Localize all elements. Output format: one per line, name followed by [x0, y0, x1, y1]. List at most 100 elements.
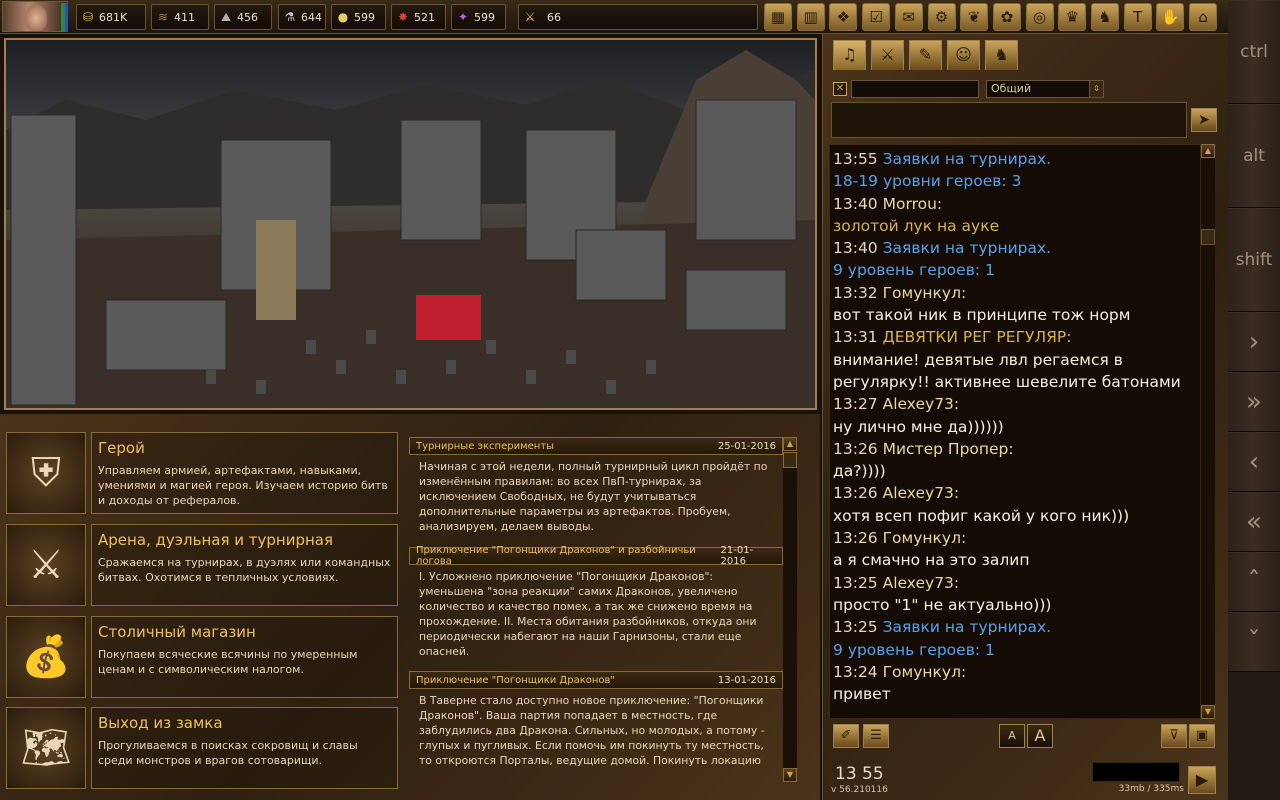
- news-scrollbar[interactable]: ▲ ▼: [783, 437, 797, 782]
- treasure-bag-icon[interactable]: 💰: [6, 616, 86, 698]
- fast-right-key[interactable]: »: [1228, 372, 1280, 432]
- chat-sender[interactable]: Мистер Пропер:: [883, 440, 1014, 458]
- news-scroll-up[interactable]: ▲: [783, 437, 797, 451]
- treasure-map-icon[interactable]: 🗺: [6, 707, 86, 789]
- channel-select[interactable]: Общий ⇕: [986, 80, 1104, 98]
- menu-card-body[interactable]: Выход из замка Прогуливаемся в поисках со…: [91, 707, 398, 789]
- horse-menu-icon[interactable]: ♞: [1091, 3, 1119, 31]
- chat-sender[interactable]: Заявки на турнирах.: [883, 150, 1052, 168]
- mercury-icon: ⚗: [284, 10, 296, 24]
- font-smaller-button[interactable]: A: [999, 724, 1025, 748]
- resource-value: 599: [474, 10, 495, 24]
- laurel-menu-icon[interactable]: ❦: [960, 3, 989, 31]
- chat-sender[interactable]: Alexey73:: [883, 395, 960, 413]
- menu-card-hero[interactable]: ⛨ Герой Управляем армией, артефактами, нав…: [6, 432, 398, 514]
- news-header[interactable]: Приключение "Погонщики Драконов" 13-01-20…: [409, 671, 783, 689]
- news-header[interactable]: Турнирные эксперименты 25-01-2016: [409, 437, 783, 455]
- menu-card-body[interactable]: Столичный магазин Покупаем всяческие всяч…: [91, 616, 398, 698]
- castle-menu-icon[interactable]: ▦: [764, 3, 792, 31]
- hand-menu-icon[interactable]: ✋: [1156, 3, 1185, 31]
- quest-menu-icon[interactable]: ❖: [829, 3, 858, 31]
- left-key[interactable]: ‹: [1228, 432, 1280, 492]
- shift-key[interactable]: shift: [1228, 208, 1280, 312]
- tab-horse[interactable]: ♞: [985, 40, 1018, 70]
- resource-value: 456: [237, 10, 258, 24]
- chat-log: 13:55 Заявки на турнирах. 18-19 уровни ге…: [829, 144, 1201, 719]
- down-key[interactable]: ˇ: [1228, 612, 1280, 672]
- chat-scroll-down[interactable]: ▼: [1201, 705, 1215, 719]
- fast-left-key[interactable]: «: [1228, 492, 1280, 552]
- menu-card-shop[interactable]: 💰 Столичный магазин Покупаем всяческие вся…: [6, 616, 398, 698]
- news-scroll-down[interactable]: ▼: [783, 768, 797, 782]
- right-key[interactable]: ›: [1228, 312, 1280, 372]
- up-key[interactable]: ˆ: [1228, 552, 1280, 612]
- chat-sender[interactable]: Гомункул:: [883, 284, 967, 302]
- tab-masks[interactable]: ☺: [947, 40, 980, 70]
- chat-sender[interactable]: Гомункул:: [883, 529, 967, 547]
- menu-card-body[interactable]: Герой Управляем армией, артефактами, навы…: [91, 432, 398, 514]
- filter-button[interactable]: ⊽: [1161, 724, 1187, 748]
- chat-line: 13:26 Alexey73:: [833, 482, 1198, 504]
- chat-filter-input[interactable]: [851, 80, 979, 98]
- hero-portrait: [25, 5, 47, 31]
- chat-scroll-thumb[interactable]: [1201, 229, 1215, 245]
- chat-sender[interactable]: Заявки на турнирах.: [883, 239, 1052, 257]
- chat-time: 13:25: [833, 618, 878, 637]
- menu-card-exit[interactable]: 🗺 Выход из замка Прогуливаемся в поисках с…: [6, 707, 398, 789]
- chat-sender[interactable]: Morrou:: [883, 195, 943, 213]
- news-title[interactable]: Приключение "Погонщики Драконов" и разбо…: [416, 545, 721, 567]
- alt-key[interactable]: alt: [1228, 104, 1280, 208]
- armor-icon[interactable]: ⛨: [6, 432, 86, 514]
- eraser-button[interactable]: ✐: [833, 724, 859, 748]
- gate-menu-icon[interactable]: ⌂: [1189, 3, 1218, 31]
- close-icon[interactable]: ✕: [833, 82, 847, 96]
- tab-horn[interactable]: ♫: [833, 40, 866, 70]
- lotus-menu-icon[interactable]: ✿: [992, 3, 1021, 31]
- chat-scrollbar[interactable]: ▲ ▼: [1201, 144, 1215, 719]
- tab-book[interactable]: ✎: [909, 40, 942, 70]
- ctrl-key[interactable]: ctrl: [1228, 0, 1280, 104]
- resource-value: 681K: [99, 10, 128, 24]
- news-date: 21-01-2016: [720, 545, 754, 567]
- news-title[interactable]: Приключение "Погонщики Драконов": [416, 675, 615, 686]
- send-button[interactable]: ➤: [1191, 108, 1217, 132]
- resource-gold: ⛁ 681K: [76, 4, 146, 30]
- window-button[interactable]: ▣: [1189, 724, 1215, 748]
- news-scroll-thumb[interactable]: [783, 452, 797, 468]
- chat-sender[interactable]: ДЕВЯТКИ РЕГ РЕГУЛЯР:: [883, 328, 1072, 346]
- settings-menu-icon[interactable]: ⚙: [927, 3, 956, 31]
- swords-icon[interactable]: ⚔: [6, 524, 86, 606]
- chat-sender[interactable]: Alexey73:: [883, 574, 960, 592]
- chat-message-input[interactable]: [831, 102, 1187, 138]
- crown-menu-icon[interactable]: ♛: [1058, 3, 1087, 31]
- torch-menu-icon[interactable]: T: [1123, 3, 1152, 31]
- chat-text: золотой лук на ауке: [833, 216, 1000, 235]
- hero-avatar[interactable]: [2, 1, 68, 32]
- chat-sender[interactable]: Заявки на турнирах.: [883, 618, 1052, 636]
- chat-time: 13:24: [833, 662, 878, 681]
- menu-card-title[interactable]: Арена, дуэльная и турнирная: [98, 531, 391, 549]
- map-menu-icon[interactable]: ◎: [1025, 3, 1054, 31]
- news-header[interactable]: Приключение "Погонщики Драконов" и разбо…: [409, 545, 783, 567]
- play-icon[interactable]: ▶: [1188, 766, 1216, 794]
- chat-time: 13:26: [833, 484, 878, 503]
- chat-filter-row: ✕ Общий ⇕: [833, 80, 1213, 98]
- mail-menu-icon[interactable]: ✉: [894, 3, 923, 31]
- menu-card-title[interactable]: Столичный магазин: [98, 623, 391, 641]
- memory-graph: [1092, 762, 1180, 782]
- castle-scene[interactable]: [4, 38, 817, 410]
- chat-scroll-up[interactable]: ▲: [1201, 144, 1215, 158]
- news-title[interactable]: Турнирные эксперименты: [416, 441, 554, 452]
- menu-card-arena[interactable]: ⚔ Арена, дуэльная и турнирная Сражаемся на…: [6, 524, 398, 606]
- menu-card-title[interactable]: Герой: [98, 439, 391, 457]
- menu-card-description: Прогуливаемся в поисках сокровищ и славы…: [98, 739, 358, 767]
- journal-menu-icon[interactable]: ▥: [796, 3, 825, 31]
- chat-sender[interactable]: Alexey73:: [883, 484, 960, 502]
- checklist-menu-icon[interactable]: ☑: [862, 3, 891, 31]
- tab-battle[interactable]: ⚔: [871, 40, 904, 70]
- menu-card-title[interactable]: Выход из замка: [98, 714, 391, 732]
- chat-sender[interactable]: Гомункул:: [883, 663, 967, 681]
- scroll-button[interactable]: ☰: [863, 724, 889, 748]
- font-larger-button[interactable]: A: [1027, 724, 1053, 748]
- menu-card-body[interactable]: Арена, дуэльная и турнирная Сражаемся на …: [91, 524, 398, 606]
